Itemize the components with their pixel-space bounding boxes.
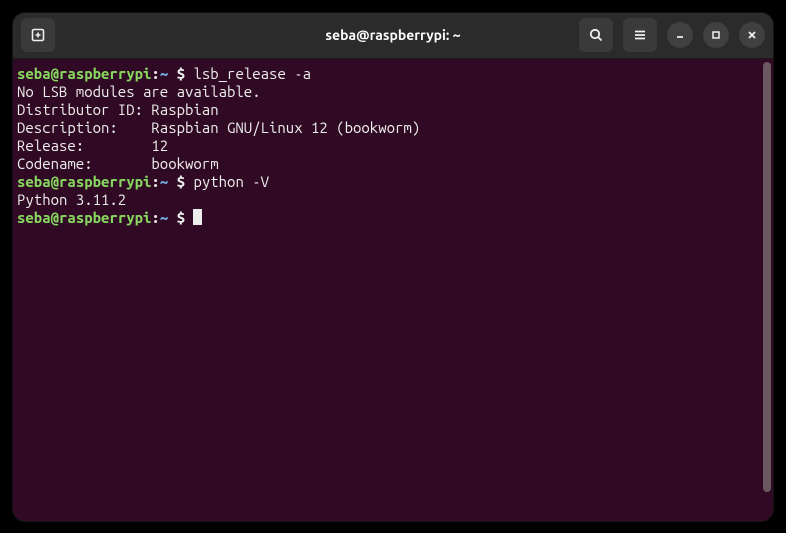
- close-button[interactable]: [739, 22, 765, 48]
- command-text: python -V: [193, 173, 269, 190]
- prompt-dollar: $: [177, 65, 185, 82]
- output-line: Python 3.11.2: [17, 191, 757, 209]
- terminal-window: seba@raspberrypi: ~: [13, 13, 773, 521]
- minimize-button[interactable]: [667, 22, 693, 48]
- terminal-body[interactable]: seba@raspberrypi:~ $ lsb_release -aNo LS…: [13, 59, 761, 521]
- output-line: Description: Raspbian GNU/Linux 12 (book…: [17, 119, 757, 137]
- titlebar-left: [21, 18, 55, 52]
- output-line: Codename: bookworm: [17, 155, 757, 173]
- menu-button[interactable]: [623, 18, 657, 52]
- maximize-icon: [710, 29, 722, 41]
- prompt-dollar: $: [177, 209, 185, 226]
- maximize-button[interactable]: [703, 22, 729, 48]
- output-line: Release: 12: [17, 137, 757, 155]
- prompt-host: raspberrypi: [59, 173, 151, 190]
- prompt-user: seba: [17, 65, 51, 82]
- prompt-path: ~: [160, 65, 168, 82]
- prompt-user: seba: [17, 209, 51, 226]
- scrollbar[interactable]: [761, 59, 773, 521]
- output-line: No LSB modules are available.: [17, 83, 757, 101]
- window-title: seba@raspberrypi: ~: [325, 27, 460, 43]
- minimize-icon: [674, 29, 686, 41]
- titlebar: seba@raspberrypi: ~: [13, 13, 773, 59]
- output-line: Distributor ID: Raspbian: [17, 101, 757, 119]
- new-tab-button[interactable]: [21, 18, 55, 52]
- search-button[interactable]: [579, 18, 613, 52]
- prompt-at: @: [51, 65, 59, 82]
- prompt-path: ~: [160, 173, 168, 190]
- prompt-host: raspberrypi: [59, 65, 151, 82]
- prompt-dollar: $: [177, 173, 185, 190]
- terminal-line: seba@raspberrypi:~ $: [17, 209, 757, 227]
- prompt-path: ~: [160, 209, 168, 226]
- prompt-colon: :: [151, 209, 159, 226]
- prompt-colon: :: [151, 65, 159, 82]
- prompt-at: @: [51, 173, 59, 190]
- prompt-at: @: [51, 209, 59, 226]
- close-icon: [746, 29, 758, 41]
- cursor: [193, 209, 202, 225]
- prompt-colon: :: [151, 173, 159, 190]
- terminal-line: seba@raspberrypi:~ $ lsb_release -a: [17, 65, 757, 83]
- scrollbar-thumb[interactable]: [763, 62, 771, 492]
- terminal-body-wrap: seba@raspberrypi:~ $ lsb_release -aNo LS…: [13, 59, 773, 521]
- titlebar-right: [579, 18, 765, 52]
- new-tab-icon: [30, 27, 46, 43]
- terminal-line: seba@raspberrypi:~ $ python -V: [17, 173, 757, 191]
- hamburger-icon: [632, 27, 648, 43]
- search-icon: [588, 27, 604, 43]
- prompt-user: seba: [17, 173, 51, 190]
- command-text: lsb_release -a: [193, 65, 311, 82]
- prompt-host: raspberrypi: [59, 209, 151, 226]
